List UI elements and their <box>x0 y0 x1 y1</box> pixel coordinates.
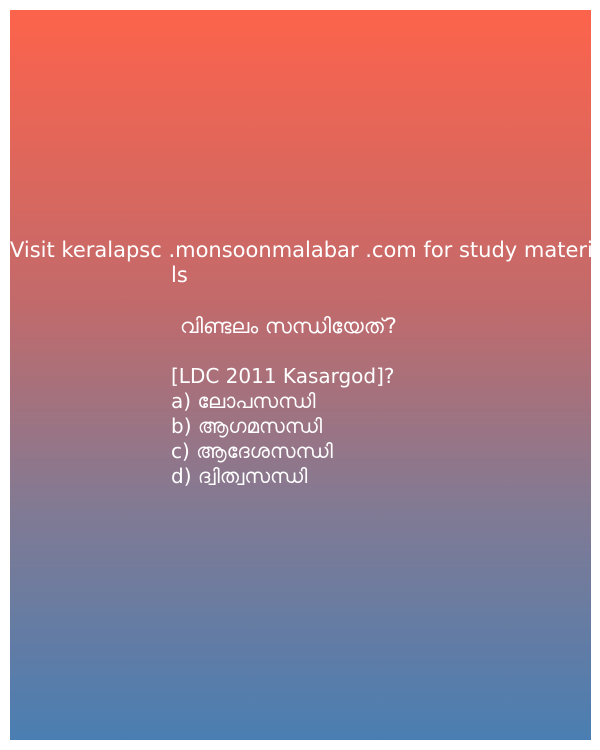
option-a: a) ലോപസന്ധി <box>171 389 316 413</box>
answer-options: a) ലോപസന്ധി b) ആഗമസന്ധി c) ആദേശസന്ധി d) … <box>171 389 333 489</box>
option-d: d) ദ്വിത്വസന്ധി <box>171 464 308 488</box>
site-promo-text-continuation: ls <box>171 263 188 287</box>
question-text: വിണ്ടലം സന്ധിയേത്? <box>180 314 397 338</box>
question-card: Visit keralapsc .monsoonmalabar .com for… <box>10 10 600 740</box>
option-c: c) ആദേശസന്ധി <box>171 439 333 463</box>
option-b: b) ആഗമസന്ധി <box>171 414 323 438</box>
exam-reference: [LDC 2011 Kasargod]? <box>171 364 395 388</box>
site-promo-text: Visit keralapsc .monsoonmalabar .com for… <box>10 238 600 262</box>
